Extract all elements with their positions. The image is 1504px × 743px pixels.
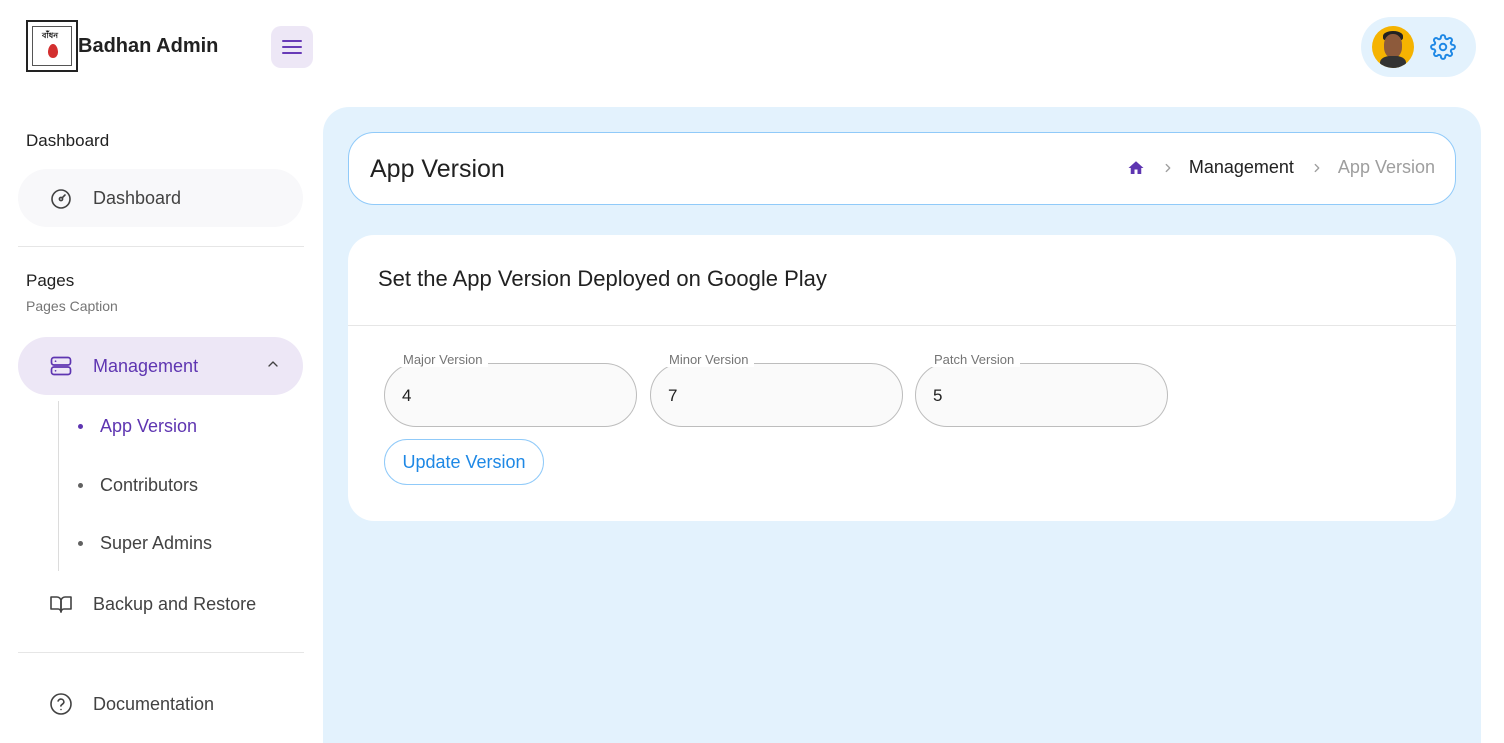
patch-version-field[interactable]: Patch Version <box>915 352 1168 427</box>
breadcrumb-current: App Version <box>1337 157 1435 177</box>
help-circle-icon <box>48 691 74 717</box>
patch-version-input[interactable] <box>933 384 1143 408</box>
app-version-form-card: Set the App Version Deployed on Google P… <box>348 235 1456 521</box>
sidebar: Dashboard Dashboard Pages Pages Caption … <box>18 94 304 743</box>
sidebar-subitem-label: App Version <box>100 415 198 436</box>
avatar[interactable] <box>1372 26 1414 68</box>
page-title: App Version <box>370 155 505 183</box>
major-version-input[interactable] <box>402 384 612 408</box>
sidebar-item-documentation[interactable]: Documentation <box>18 675 303 733</box>
top-header: বাঁধন Badhan Admin <box>0 0 1504 94</box>
major-version-field[interactable]: Major Version <box>384 352 637 427</box>
bullet-icon <box>78 423 83 429</box>
breadcrumb: Management App Version <box>1127 157 1435 178</box>
sidebar-item-backup-restore[interactable]: Backup and Restore <box>18 575 303 633</box>
home-icon[interactable] <box>1127 159 1145 177</box>
minor-version-input[interactable] <box>668 384 878 408</box>
hamburger-icon <box>282 36 302 58</box>
book-icon <box>48 591 74 617</box>
sidebar-group-title-pages: Pages <box>26 271 75 290</box>
badhan-logo: বাঁধন <box>26 20 78 72</box>
brand-name: Badhan Admin <box>78 34 219 57</box>
major-version-label: Major Version <box>397 352 489 367</box>
sidebar-subitem-app-version[interactable]: App Version <box>78 406 197 446</box>
chevron-up-icon <box>265 356 281 377</box>
brand-logo-link[interactable]: বাঁধন Badhan Admin <box>26 20 218 72</box>
submenu-guide-line <box>58 401 59 571</box>
minor-version-label: Minor Version <box>663 352 755 367</box>
breadcrumb-card: App Version Management App Version <box>348 132 1456 205</box>
bullet-icon <box>78 482 83 488</box>
sidebar-item-label: Management <box>93 355 199 376</box>
sidebar-subitem-contributors[interactable]: Contributors <box>78 465 198 505</box>
gauge-icon <box>48 185 74 211</box>
chevron-right-icon <box>1161 161 1175 175</box>
profile-chip[interactable] <box>1361 17 1476 77</box>
blood-drop-icon <box>48 44 58 58</box>
sidebar-item-label: Backup and Restore <box>93 593 257 614</box>
chevron-right-icon <box>1310 161 1324 175</box>
patch-version-label: Patch Version <box>928 352 1021 367</box>
sidebar-item-label: Dashboard <box>93 187 182 208</box>
sidebar-group-caption: Pages Caption <box>26 298 118 314</box>
main-content: App Version Management App Version Set t… <box>323 107 1481 743</box>
sidebar-group-title-dashboard: Dashboard <box>26 131 110 150</box>
sidebar-subitem-label: Contributors <box>100 474 199 495</box>
menu-toggle-button[interactable] <box>271 26 313 68</box>
update-version-button[interactable]: Update Version <box>384 439 544 485</box>
logo-text: বাঁধন <box>42 31 59 40</box>
card-divider <box>348 325 1456 326</box>
form-title: Set the App Version Deployed on Google P… <box>378 266 827 291</box>
sidebar-subitem-label: Super Admins <box>100 532 213 553</box>
server-icon <box>48 353 74 379</box>
gear-icon[interactable] <box>1430 34 1456 60</box>
sidebar-divider <box>18 652 304 653</box>
breadcrumb-link-management[interactable]: Management <box>1189 157 1294 178</box>
sidebar-item-management[interactable]: Management <box>18 337 303 395</box>
bullet-icon <box>78 540 83 546</box>
minor-version-field[interactable]: Minor Version <box>650 352 903 427</box>
sidebar-divider <box>18 246 304 247</box>
sidebar-item-dashboard[interactable]: Dashboard <box>18 169 303 227</box>
sidebar-item-label: Documentation <box>93 693 215 714</box>
sidebar-subitem-super-admins[interactable]: Super Admins <box>78 523 212 563</box>
